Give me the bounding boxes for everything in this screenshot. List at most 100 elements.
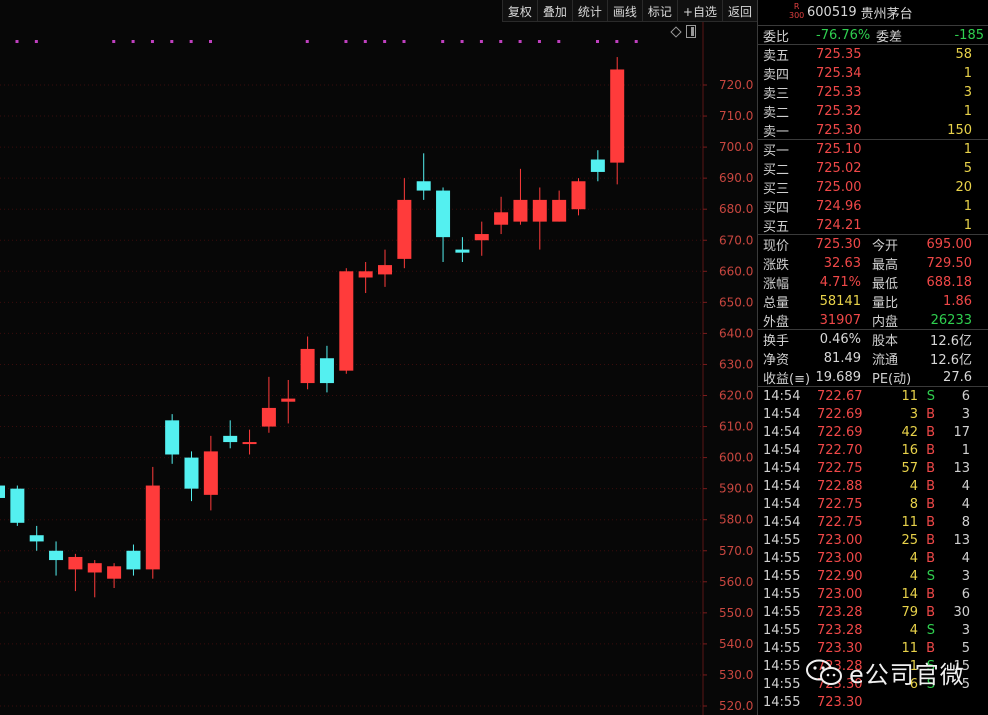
- stat-label: 换手: [763, 334, 790, 349]
- bid-row[interactable]: 买二 725.02 5: [758, 159, 988, 178]
- tick-time: 14:54: [763, 442, 801, 458]
- tick-side: B: [926, 478, 935, 494]
- tick-side: B: [926, 442, 935, 458]
- y-tick-label: 630.0: [719, 357, 753, 371]
- level-volume: 1: [963, 104, 972, 119]
- signal-marker: [363, 40, 367, 43]
- level-label: 买三: [763, 182, 790, 197]
- kline-chart-area[interactable]: 720.0 710.0 700.0 690.0 680.0 670.0 660.0 650.0…: [0, 0, 757, 715]
- level-label: 买四: [763, 201, 790, 216]
- tick-price: 722.75: [817, 460, 863, 476]
- tick-count: 4: [961, 550, 970, 566]
- candle: [68, 553, 83, 592]
- signal-marker: [518, 40, 522, 43]
- bid-row[interactable]: 买五 724.21 1: [758, 216, 988, 235]
- candle: [416, 153, 431, 200]
- tick-price: 722.90: [817, 568, 863, 584]
- candle: [590, 150, 605, 182]
- add-watchlist-button[interactable]: +自选: [678, 0, 723, 22]
- overlay-button[interactable]: 叠加: [538, 0, 573, 22]
- weibi-value: -76.76%: [816, 27, 871, 43]
- y-tick-label: 520.0: [719, 699, 753, 713]
- candle: [261, 376, 276, 433]
- candle: [145, 466, 160, 579]
- y-tick-label: 570.0: [719, 544, 753, 558]
- back-button[interactable]: 返回: [723, 0, 757, 22]
- y-tick-label: 680.0: [719, 202, 753, 216]
- weicha-value: -185: [954, 27, 984, 43]
- price-axis: 720.0 710.0 700.0 690.0 680.0 670.0 660.0 650.0…: [702, 22, 753, 715]
- stat-label: 净资: [763, 353, 790, 368]
- candle-body: [494, 212, 509, 225]
- candlestick-chart[interactable]: 720.0 710.0 700.0 690.0 680.0 670.0 660.0 650.0…: [0, 0, 757, 715]
- y-tick-label: 720.0: [719, 78, 753, 92]
- signal-marker: [150, 40, 154, 43]
- candle-body: [223, 435, 238, 443]
- tick-row: 14:54 722.88 4 B 4: [758, 477, 988, 495]
- stat-value: 4.71%: [819, 275, 861, 290]
- tick-count: 13: [953, 460, 970, 476]
- bid-row[interactable]: 买三 725.00 20: [758, 178, 988, 197]
- ask-row[interactable]: 卖三 725.33 3: [758, 83, 988, 102]
- ask-row[interactable]: 卖二 725.32 1: [758, 102, 988, 121]
- tick-time: 14:55: [763, 640, 801, 656]
- tick-price: 722.69: [817, 424, 863, 440]
- stat-value: 26233: [930, 312, 972, 328]
- draw-line-button[interactable]: 画线: [608, 0, 643, 22]
- tick-time: 14:55: [763, 622, 801, 638]
- candle: [126, 544, 141, 576]
- candle: [203, 435, 218, 511]
- ask-row[interactable]: 卖五 725.35 58: [758, 45, 988, 64]
- tick-row: 14:55 723.28 79 B 30: [758, 603, 988, 621]
- panel-toggle-icon[interactable]: [686, 25, 696, 38]
- signal-marker: [209, 40, 212, 43]
- tick-price: 722.75: [817, 496, 863, 512]
- ask-row[interactable]: 卖一 725.30 150: [758, 121, 988, 140]
- stat-label: 最高: [872, 258, 899, 273]
- signal-marker: [402, 40, 406, 43]
- level-volume: 150: [947, 122, 972, 138]
- candle-body: [165, 420, 180, 455]
- candle-body: [455, 249, 470, 253]
- stock-name: 贵州茅台: [860, 7, 913, 22]
- tick-time: 14:54: [763, 514, 801, 530]
- level-price: 725.34: [816, 66, 862, 81]
- tick-price: 722.67: [817, 388, 863, 404]
- y-tick-label: 640.0: [719, 326, 753, 340]
- y-tick-label: 550.0: [719, 606, 753, 620]
- tick-price: 723.30: [817, 694, 863, 710]
- level-volume: 3: [963, 85, 972, 100]
- candle: [0, 485, 5, 498]
- badge-num: 300: [789, 11, 805, 20]
- tick-volume: 3: [909, 406, 918, 422]
- tick-price: 722.70: [817, 442, 863, 458]
- bid-row[interactable]: 买一 725.10 1: [758, 140, 988, 159]
- bid-row[interactable]: 买四 724.96 1: [758, 197, 988, 216]
- candle-body: [590, 159, 605, 172]
- tick-row: 14:55 723.00 4 B 4: [758, 549, 988, 567]
- statistics-button[interactable]: 统计: [573, 0, 608, 22]
- candle-body: [107, 566, 122, 579]
- signal-marker: [537, 40, 541, 43]
- tick-row: 14:55 722.90 4 S 3: [758, 567, 988, 585]
- candle: [223, 420, 238, 449]
- tick-time: 14:55: [763, 550, 801, 566]
- stat-label: 最低: [872, 277, 899, 292]
- candle-body: [339, 271, 354, 371]
- candle: [474, 221, 489, 256]
- tick-side: B: [926, 604, 935, 620]
- tick-volume: 11: [901, 640, 918, 656]
- tick-price: 723.28: [817, 622, 863, 638]
- signal-marker: [344, 40, 348, 43]
- signal-marker: [170, 40, 174, 43]
- diamond-icon[interactable]: [670, 25, 682, 38]
- level-label: 卖三: [763, 87, 790, 102]
- signal-marker: [557, 40, 561, 43]
- stat-row: 换手 0.46% 股本 12.6亿: [758, 330, 988, 349]
- restore-rights-button[interactable]: 复权: [503, 0, 538, 22]
- candle-body: [416, 181, 431, 191]
- stat-value: 12.6亿: [930, 353, 972, 368]
- tick-price: 722.88: [817, 478, 863, 494]
- mark-button[interactable]: 标记: [643, 0, 678, 22]
- ask-row[interactable]: 卖四 725.34 1: [758, 64, 988, 83]
